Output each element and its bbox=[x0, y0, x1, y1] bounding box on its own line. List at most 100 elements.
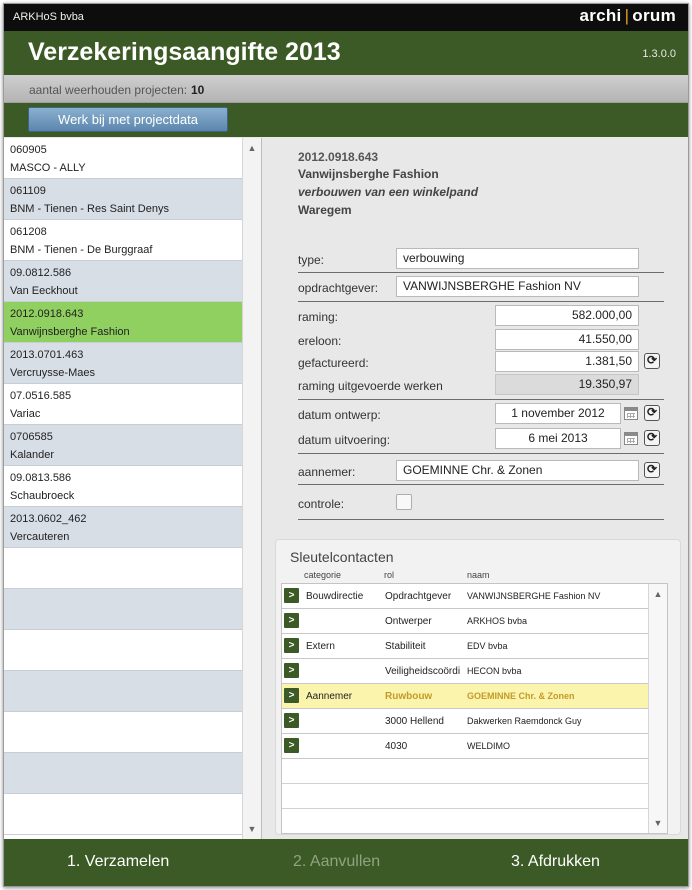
gefactureerd-field[interactable]: 1.381,50 bbox=[495, 351, 639, 372]
version-label: 1.3.0.0 bbox=[642, 48, 676, 60]
project-list-item[interactable]: 060905 MASCO - ALLY bbox=[4, 138, 242, 179]
column-header-categorie: categorie bbox=[304, 570, 342, 580]
opdrachtgever-label: opdrachtgever: bbox=[298, 281, 379, 295]
step-aanvullen: 2. Aanvullen bbox=[293, 853, 381, 870]
project-list-item[interactable]: 061208 BNM - Tienen - De Burggraaf bbox=[4, 220, 242, 261]
project-list-item[interactable]: 2013.0602_462 Vercauteren bbox=[4, 507, 242, 548]
column-header-rol: rol bbox=[384, 570, 395, 580]
raming-label: raming: bbox=[298, 310, 339, 324]
scroll-up-icon[interactable]: ▲ bbox=[649, 585, 667, 603]
archiforum-logo: archi | orum bbox=[579, 6, 676, 26]
refresh-aannemer-icon[interactable]: ⟳ bbox=[644, 462, 660, 478]
scroll-down-icon[interactable]: ▼ bbox=[649, 814, 667, 832]
contact-role: Opdrachtgever bbox=[385, 591, 452, 602]
contact-row[interactable]: > Extern Stabiliteit EDV bvba bbox=[282, 634, 649, 659]
type-field[interactable]: verbouwing bbox=[396, 248, 639, 269]
project-list-item[interactable]: 09.0813.586 Schaubroeck bbox=[4, 466, 242, 507]
open-contact-button[interactable]: > bbox=[284, 713, 299, 728]
project-list-scrollbar[interactable]: ▲ ▼ bbox=[242, 138, 261, 839]
scroll-down-icon[interactable]: ▼ bbox=[243, 820, 261, 838]
project-code: 09.0812.586 bbox=[10, 267, 72, 279]
open-contact-button[interactable]: > bbox=[284, 738, 299, 753]
project-name: Vercauteren bbox=[10, 531, 70, 543]
project-list-item[interactable]: 2013.0701.463 Vercruysse-Maes bbox=[4, 343, 242, 384]
open-contact-button[interactable]: > bbox=[284, 663, 299, 678]
opdrachtgever-field[interactable]: VANWIJNSBERGHE Fashion NV bbox=[396, 276, 639, 297]
contact-role: Ontwerper bbox=[385, 616, 432, 627]
datum-ontwerp-field[interactable]: 1 november 2012 bbox=[495, 403, 621, 424]
project-name: Variac bbox=[10, 408, 41, 420]
project-name: Kalander bbox=[10, 449, 55, 461]
open-contact-button[interactable]: > bbox=[284, 638, 299, 653]
refresh-gefactureerd-icon[interactable]: ⟳ bbox=[644, 353, 660, 369]
key-contacts-panel: Sleutelcontacten categorie rol naam > Bou… bbox=[275, 539, 681, 835]
contact-row[interactable]: >4030 WELDIMO bbox=[282, 734, 649, 759]
divider bbox=[298, 301, 664, 302]
contact-empty-row bbox=[282, 759, 649, 784]
contact-row[interactable]: > Ontwerper ARKHOS bvba bbox=[282, 609, 649, 634]
divider bbox=[298, 519, 664, 520]
contact-role: 4030 bbox=[385, 741, 408, 752]
calendar-uitvoering-icon[interactable] bbox=[624, 432, 638, 445]
ereloon-label: ereloon: bbox=[298, 334, 342, 348]
project-code: 2013.0602_462 bbox=[10, 513, 87, 525]
datum-ontwerp-label: datum ontwerp: bbox=[298, 408, 381, 422]
logo-left: archi bbox=[579, 6, 622, 25]
refresh-datum-ontwerp-icon[interactable]: ⟳ bbox=[644, 405, 660, 421]
contact-name: EDV bvba bbox=[467, 641, 508, 651]
contact-row[interactable]: >3000 Hellend Dakwerken Raemdonck Guy bbox=[282, 709, 649, 734]
key-contacts-table: > Bouwdirectie Opdrachtgever VANWIJNSBERGHE… bbox=[281, 583, 668, 834]
raming-field[interactable]: 582.000,00 bbox=[495, 305, 639, 326]
contact-row[interactable]: > Bouwdirectie Opdrachtgever VANWIJNSBERGHE… bbox=[282, 584, 649, 609]
refresh-datum-uitvoering-icon[interactable]: ⟳ bbox=[644, 430, 660, 446]
project-list: 060905 MASCO - ALLY 061109 BNM - Tienen - R… bbox=[4, 138, 262, 839]
step-afdrukken[interactable]: 3. Afdrukken bbox=[511, 853, 600, 871]
project-name: BNM - Tienen - Res Saint Denys bbox=[10, 203, 169, 215]
controle-checkbox[interactable] bbox=[396, 494, 412, 510]
divider bbox=[298, 484, 664, 485]
controle-label: controle: bbox=[298, 497, 345, 511]
project-code: 061109 bbox=[10, 185, 46, 197]
project-list-empty-row bbox=[4, 630, 242, 671]
project-list-empty-row bbox=[4, 548, 242, 589]
project-list-empty-row bbox=[4, 712, 242, 753]
project-code: 060905 bbox=[10, 144, 47, 156]
datum-uitvoering-field[interactable]: 6 mei 2013 bbox=[495, 428, 621, 449]
project-list-item[interactable]: 061109 BNM - Tienen - Res Saint Denys bbox=[4, 179, 242, 220]
contact-row[interactable]: > Aannemer Ruwbouw GOEMINNE Chr. & Zonen bbox=[282, 684, 649, 709]
scroll-up-icon[interactable]: ▲ bbox=[243, 139, 261, 157]
divider bbox=[298, 399, 664, 400]
divider bbox=[298, 272, 664, 273]
project-list-empty-row bbox=[4, 671, 242, 712]
open-contact-button[interactable]: > bbox=[284, 688, 299, 703]
project-list-item[interactable]: 0706585 Kalander bbox=[4, 425, 242, 466]
project-name: MASCO - ALLY bbox=[10, 162, 86, 174]
contact-role: Ruwbouw bbox=[385, 691, 433, 702]
contact-role: Veiligheidscoördi bbox=[385, 666, 461, 677]
open-contact-button[interactable]: > bbox=[284, 588, 299, 603]
project-name: Vercruysse-Maes bbox=[10, 367, 95, 379]
open-contact-button[interactable]: > bbox=[284, 613, 299, 628]
key-contacts-rows: > Bouwdirectie Opdrachtgever VANWIJNSBERGHE… bbox=[282, 584, 649, 833]
step-verzamelen[interactable]: 1. Verzamelen bbox=[67, 853, 169, 871]
raming-uitgevoerd-label: raming uitgevoerde werken bbox=[298, 379, 443, 393]
project-list-item[interactable]: 09.0812.586 Van Eeckhout bbox=[4, 261, 242, 302]
detail-project-code: 2012.0918.643 bbox=[298, 150, 379, 164]
ereloon-field[interactable]: 41.550,00 bbox=[495, 329, 639, 350]
divider bbox=[298, 453, 664, 454]
project-detail-panel: 2012.0918.643 Vanwijnsberghe Fashion ver… bbox=[263, 138, 688, 839]
calendar-ontwerp-icon[interactable] bbox=[624, 407, 638, 420]
project-list-item[interactable]: 2012.0918.643 Vanwijnsberghe Fashion bbox=[4, 302, 242, 343]
datum-uitvoering-label: datum uitvoering: bbox=[298, 433, 391, 447]
contacts-scrollbar[interactable]: ▲ ▼ bbox=[648, 584, 667, 833]
contact-row[interactable]: > Veiligheidscoördi HECON bvba bbox=[282, 659, 649, 684]
detail-client-name: Vanwijnsberghe Fashion bbox=[298, 167, 439, 181]
contact-empty-row bbox=[282, 809, 649, 833]
contact-name: HECON bvba bbox=[467, 666, 522, 676]
page-title: Verzekeringsaangifte 2013 bbox=[28, 38, 341, 66]
contact-name: GOEMINNE Chr. & Zonen bbox=[467, 691, 575, 701]
project-list-item[interactable]: 07.0516.585 Variac bbox=[4, 384, 242, 425]
aannemer-label: aannemer: bbox=[298, 465, 356, 479]
aannemer-field[interactable]: GOEMINNE Chr. & Zonen bbox=[396, 460, 639, 481]
update-projectdata-button[interactable]: Werk bij met projectdata bbox=[28, 107, 228, 132]
